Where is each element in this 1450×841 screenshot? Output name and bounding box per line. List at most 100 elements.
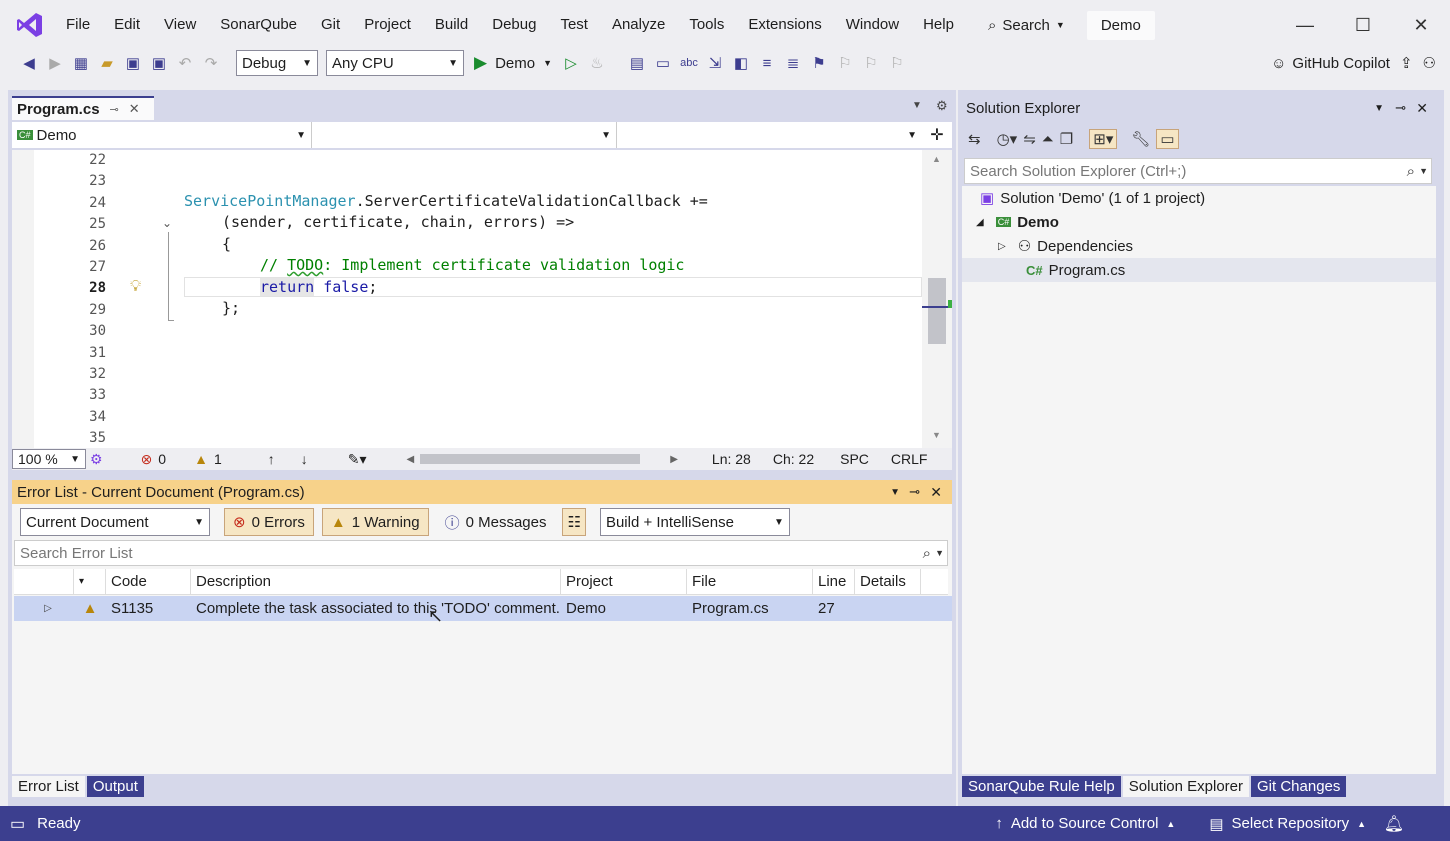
tab-sonarqube-rule-help[interactable]: SonarQube Rule Help [962, 776, 1121, 797]
add-to-source-control-button[interactable]: ↑ Add to Source Control ▲ [995, 815, 1175, 832]
editor-tab[interactable]: Program.cs ⊸ ✕ [12, 96, 154, 120]
pin-icon[interactable]: ⊸ [909, 484, 920, 500]
file-column-header[interactable]: File [687, 569, 813, 595]
menu-project[interactable]: Project [352, 10, 423, 40]
browse-icon[interactable]: ▤ [624, 50, 650, 76]
menu-help[interactable]: Help [911, 10, 966, 40]
pin-icon[interactable]: ⊸ [110, 103, 119, 116]
switch-views-icon[interactable]: ⇆ [968, 130, 981, 148]
tree-solution-node[interactable]: ▣ Solution 'Demo' (1 of 1 project) [962, 186, 1436, 210]
output-icon[interactable]: ▭ [10, 814, 25, 834]
hot-reload-icon[interactable]: ♨ [584, 50, 610, 76]
error-search-input[interactable]: Search Error List ⌕ ▼ [14, 540, 948, 566]
line-indicator[interactable]: Ln: 28 [712, 451, 751, 467]
expand-row-icon[interactable]: ▷ [14, 603, 74, 614]
pin-icon[interactable]: ⊸ [1395, 100, 1406, 116]
github-copilot-button[interactable]: ☺ GitHub Copilot [1271, 55, 1390, 72]
messages-filter-button[interactable]: ⓘ 0 Messages [437, 508, 555, 536]
tree-file-node[interactable]: C# Program.cs [962, 258, 1436, 282]
details-column-header[interactable]: Details [855, 569, 921, 595]
dropdown-icon[interactable]: ▼ [1374, 103, 1384, 114]
code-cleanup-icon[interactable]: ✎▾ [348, 451, 367, 468]
search-icon[interactable]: ⌕ [1407, 163, 1415, 180]
show-all-files-icon[interactable]: ❐ [1060, 130, 1073, 148]
row-code[interactable]: S1135 [106, 600, 191, 617]
zoom-select[interactable]: 100 % ▼ [12, 449, 86, 469]
menu-file[interactable]: File [54, 10, 102, 40]
tab-git-changes[interactable]: Git Changes [1251, 776, 1347, 797]
next-issue-icon[interactable]: ↓ [301, 451, 308, 467]
prev-issue-icon[interactable]: ↑ [268, 451, 275, 467]
configuration-select[interactable]: Debug ▼ [236, 50, 318, 76]
scroll-down-icon[interactable]: ▼ [932, 430, 941, 440]
row-line[interactable]: 27 [813, 600, 855, 617]
filter-icon[interactable]: ☷ [562, 508, 586, 536]
line-ending-indicator[interactable]: CRLF [891, 451, 928, 467]
warning-count[interactable]: 1 [214, 451, 222, 467]
line-column-header[interactable]: Line [813, 569, 855, 595]
open-folder-icon[interactable]: ▰ [94, 50, 120, 76]
bookmark-icon[interactable]: ⚑ [806, 50, 832, 76]
step-icon[interactable]: ⇲ [702, 50, 728, 76]
undo-icon[interactable]: ↶ [172, 50, 198, 76]
tab-error-list[interactable]: Error List [12, 776, 85, 797]
new-project-icon[interactable]: ▦ [68, 50, 94, 76]
column-indicator[interactable]: Ch: 22 [773, 451, 814, 467]
properties-icon[interactable]: 🔧︎ [1131, 130, 1150, 148]
menu-analyze[interactable]: Analyze [600, 10, 677, 40]
menu-edit[interactable]: Edit [102, 10, 152, 40]
code-editor[interactable]: 22 23 24 25 26 27 28 29 30 31 32 33 34 35 💡︎ ⌄ Servic… [12, 150, 922, 448]
pending-changes-icon[interactable]: ▭ [1156, 129, 1179, 149]
health-icon[interactable]: ⚙ [90, 451, 103, 468]
scroll-right-icon[interactable]: ▶ [670, 454, 678, 465]
search-button[interactable]: ⌕ Search ▼ [980, 17, 1073, 34]
menu-build[interactable]: Build [423, 10, 480, 40]
select-repository-button[interactable]: ▤ Select Repository ▲ [1209, 815, 1366, 833]
errors-filter-button[interactable]: ⊗ 0 Errors [224, 508, 314, 536]
menu-git[interactable]: Git [309, 10, 352, 40]
build-filter-select[interactable]: Build + IntelliSense ▼ [599, 508, 790, 536]
next-bookmark-icon[interactable]: ⚐ [858, 50, 884, 76]
tab-output[interactable]: Output [86, 776, 144, 797]
clear-bookmarks-icon[interactable]: ⚐ [884, 50, 910, 76]
feedback-icon[interactable]: ⚇ [1423, 54, 1436, 72]
menu-view[interactable]: View [152, 10, 208, 40]
vertical-scrollbar[interactable]: ▲ ▼ [922, 150, 952, 448]
sync-icon[interactable]: ⇋ [1023, 130, 1036, 148]
close-icon[interactable]: ✕ [1416, 100, 1428, 117]
scroll-left-icon[interactable]: ◀ [407, 454, 415, 465]
warnings-filter-button[interactable]: ▲ 1 Warning [321, 508, 429, 536]
scroll-up-icon[interactable]: ▲ [932, 154, 941, 164]
collapse-all-icon[interactable]: ⏶ [1042, 131, 1054, 148]
scroll-thumb[interactable] [928, 278, 946, 344]
tab-solution-explorer[interactable]: Solution Explorer [1122, 776, 1249, 797]
description-column-header[interactable]: Description [191, 569, 561, 595]
menu-extensions[interactable]: Extensions [736, 10, 833, 40]
menu-test[interactable]: Test [548, 10, 600, 40]
settings-gear-icon[interactable]: ⚙ [936, 98, 948, 114]
toggle-panel-icon[interactable]: ◧ [728, 50, 754, 76]
layout-icon[interactable]: ▭ [650, 50, 676, 76]
row-description[interactable]: Complete the task associated to this 'TO… [191, 600, 561, 617]
spell-check-icon[interactable]: abc [676, 50, 702, 76]
chevron-down-icon[interactable]: ▼ [935, 548, 944, 558]
prev-bookmark-icon[interactable]: ⚐ [832, 50, 858, 76]
row-file[interactable]: Program.cs [687, 600, 813, 617]
minimize-button[interactable]: — [1276, 0, 1334, 50]
save-icon[interactable]: ▣ [120, 50, 146, 76]
notifications-bell-icon[interactable]: 🔔︎ [1384, 814, 1404, 834]
severity-column-header[interactable]: ▾ [74, 569, 106, 595]
close-icon[interactable]: ✕ [930, 484, 942, 501]
search-icon[interactable]: ⌕ [923, 545, 931, 562]
dropdown-icon[interactable]: ▼ [890, 487, 900, 498]
row-project[interactable]: Demo [561, 600, 687, 617]
type-nav-select[interactable]: ▼ [312, 122, 617, 148]
maximize-button[interactable]: ☐ [1334, 0, 1392, 50]
menu-debug[interactable]: Debug [480, 10, 548, 40]
lightbulb-icon[interactable]: 💡︎ [130, 278, 141, 296]
close-window-button[interactable]: ✕ [1392, 0, 1450, 50]
history-icon[interactable]: ◷▾ [997, 130, 1018, 148]
table-row[interactable]: ▷ ▲ S1135 Complete the task associated t… [14, 596, 952, 621]
tab-overflow-icon[interactable]: ▼ [912, 100, 922, 111]
error-count[interactable]: 0 [158, 451, 166, 467]
